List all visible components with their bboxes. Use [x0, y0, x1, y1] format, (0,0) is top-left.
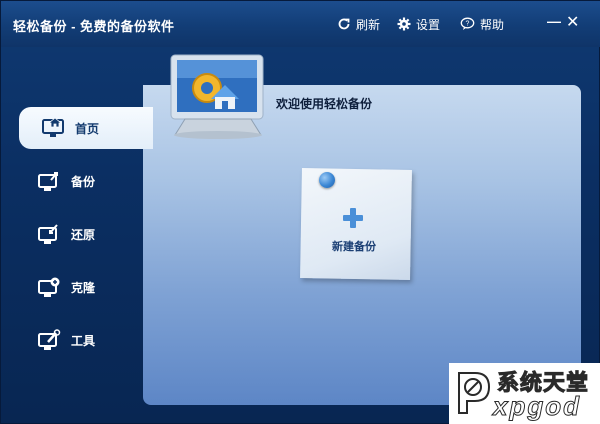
- pushpin-icon: [319, 172, 335, 188]
- refresh-label: 刷新: [356, 17, 381, 32]
- title-bar: 轻松备份 - 免费的备份软件 刷新 设置 ? 帮助 — ✕: [1, 1, 600, 47]
- help-bubble-icon: ?: [460, 17, 475, 30]
- welcome-heading: 欢迎使用轻松备份: [276, 97, 373, 111]
- help-button[interactable]: ? 帮助: [460, 15, 504, 33]
- tools-monitor-icon: [37, 329, 63, 351]
- nav-item-backup[interactable]: 备份: [15, 160, 147, 202]
- nav-item-clone[interactable]: 克隆: [15, 266, 147, 308]
- app-window: 轻松备份 - 免费的备份软件 刷新 设置 ? 帮助 — ✕ 欢迎使用轻松备份 首…: [0, 0, 600, 424]
- nav-item-label: 首页: [75, 121, 100, 136]
- nav-item-restore[interactable]: 还原: [15, 213, 147, 255]
- home-monitor-icon: [41, 117, 67, 139]
- refresh-button[interactable]: 刷新: [337, 15, 380, 33]
- settings-label: 设置: [416, 17, 441, 32]
- watermark-logo-icon: [458, 372, 491, 414]
- nav-item-label: 备份: [71, 174, 96, 189]
- svg-text:?: ?: [466, 20, 470, 27]
- nav-item-label: 工具: [71, 333, 96, 348]
- nav-item-label: 克隆: [71, 280, 96, 295]
- nav-item-home[interactable]: 首页: [19, 107, 153, 149]
- nav-item-label: 还原: [71, 227, 96, 242]
- window-title: 轻松备份 - 免费的备份软件: [13, 19, 175, 34]
- minimize-button[interactable]: —: [547, 12, 561, 30]
- settings-button[interactable]: 设置: [397, 15, 440, 33]
- new-backup-label: 新建备份: [332, 241, 376, 253]
- help-label: 帮助: [480, 17, 505, 32]
- clone-monitor-icon: [37, 276, 63, 298]
- close-button[interactable]: ✕: [566, 14, 579, 32]
- restore-monitor-icon: [37, 223, 63, 245]
- nav-item-tools[interactable]: 工具: [15, 319, 147, 361]
- gear-icon: [397, 17, 411, 31]
- app-logo-monitor-icon: [170, 54, 264, 139]
- refresh-icon: [338, 18, 350, 30]
- plus-icon: [343, 208, 363, 228]
- watermark-text-line2: xpgod: [493, 391, 581, 422]
- backup-monitor-icon: [37, 170, 63, 192]
